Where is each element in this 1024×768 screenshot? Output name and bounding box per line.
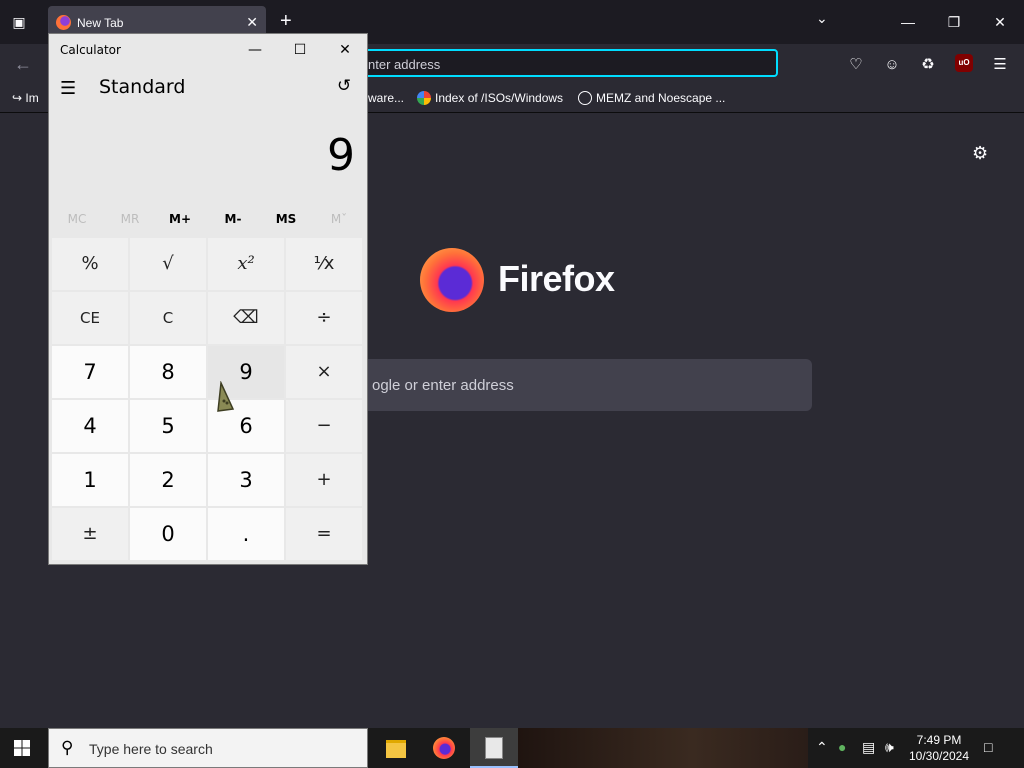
memory-add-button[interactable]: M+ [154,212,206,226]
globe-icon [578,91,592,105]
search-icon: ⚲ [61,738,74,757]
memory-recall-button[interactable]: MR [104,212,156,226]
bookmark-ware[interactable]: ware... [368,91,404,105]
reciprocal-button[interactable]: ¹⁄x [286,238,362,290]
folder-icon [386,740,406,758]
backspace-icon: ⌫ [233,307,259,328]
show-hidden-icons-chevron-icon[interactable]: ⌃ [816,739,828,756]
square-root-button[interactable]: √ [130,238,206,290]
system-clock[interactable]: 7:49 PM 10/30/2024 [904,732,974,764]
user-people-icon[interactable]: ● [838,739,846,755]
square-button[interactable]: x² [208,238,284,290]
negate-button[interactable]: ± [52,508,128,560]
bookmark-import[interactable]: ↪ Im [12,91,39,105]
hamburger-menu-icon[interactable]: ☰ [989,54,1011,76]
notifications-icon[interactable]: □ [984,739,992,755]
digit-8-button[interactable]: 8 [130,346,206,398]
digit-7-button[interactable]: 7 [52,346,128,398]
clear-button[interactable]: C [130,292,206,344]
calculator-mode: Standard [99,76,186,98]
multiply-button[interactable]: × [286,346,362,398]
digit-3-button[interactable]: 3 [208,454,284,506]
divide-button[interactable]: ÷ [286,292,362,344]
firefox-taskbar-icon [433,737,455,759]
account-icon[interactable]: ☺ [881,54,903,76]
history-icon[interactable]: ↺ [337,76,351,96]
file-explorer-taskbar-button[interactable] [372,728,420,768]
volume-icon[interactable]: 🕪 [885,739,894,756]
percent-button[interactable]: % [52,238,128,290]
ublock-origin-icon[interactable]: uO [955,54,973,72]
memory-store-button[interactable]: MS [260,212,312,226]
firefox-taskbar-button[interactable] [420,728,468,768]
calc-close-button[interactable]: ✕ [325,36,365,64]
calculator-icon [485,737,503,759]
google-icon [417,91,431,105]
taskbar-search-placeholder: Type here to search [89,741,213,757]
tab-title: New Tab [77,16,124,30]
back-arrow-icon[interactable]: ← [14,54,32,75]
custom-cursor-icon [217,381,235,412]
bookmark-memz[interactable]: MEMZ and Noescape ... [578,91,725,105]
firefox-favicon-icon [56,15,71,30]
clock-date: 10/30/2024 [908,749,970,763]
digit-5-button[interactable]: 5 [130,400,206,452]
restore-button[interactable]: ❐ [938,8,970,36]
address-bar-placeholder: nter address [368,57,441,72]
calc-maximize-button[interactable]: ☐ [280,36,320,64]
gear-icon[interactable]: ⚙ [972,143,988,164]
calculator-title: Calculator [60,43,121,57]
memory-subtract-button[interactable]: M- [207,212,259,226]
tab-close-icon[interactable]: ✕ [246,14,258,31]
calc-minimize-button[interactable]: — [235,36,275,64]
memory-clear-button[interactable]: MC [51,212,103,226]
address-bar[interactable]: nter address [340,49,778,77]
firefox-wordmark: Firefox [498,258,615,299]
digit-0-button[interactable]: 0 [130,508,206,560]
backspace-button[interactable]: ⌫ [208,292,284,344]
add-button[interactable]: + [286,454,362,506]
clear-entry-button[interactable]: CE [52,292,128,344]
navigation-menu-icon[interactable]: ☰ [60,78,76,99]
clock-time: 7:49 PM [916,733,962,747]
calculator-taskbar-button[interactable] [470,728,518,768]
list-all-tabs-chevron-icon[interactable]: ⌄ [816,10,828,27]
calculator-display: 9 [327,130,355,181]
tab-overview-icon[interactable]: ▣ [8,12,30,32]
firefox-logo-icon [420,248,484,312]
windows-start-icon[interactable] [14,740,30,756]
equals-button[interactable]: = [286,508,362,560]
subtract-button[interactable]: − [286,400,362,452]
search-placeholder: ogle or enter address [372,377,514,394]
digit-1-button[interactable]: 1 [52,454,128,506]
close-window-button[interactable]: ✕ [984,8,1016,36]
taskbar: ⚲ Type here to search ⌃ ● ▤ 🕪 7:49 PM 10… [0,728,1024,768]
taskbar-search-box[interactable]: ⚲ Type here to search [48,728,368,768]
import-icon: ↪ [12,91,23,105]
memory-list-button[interactable]: Mˇ [313,212,365,226]
bookmark-index-isos[interactable]: Index of /ISOs/Windows [417,91,563,105]
digit-4-button[interactable]: 4 [52,400,128,452]
wallpaper-strip [518,728,808,768]
new-tab-button[interactable]: + [280,10,292,33]
decimal-button[interactable]: . [208,508,284,560]
minimize-button[interactable]: — [892,8,924,36]
network-icon[interactable]: ▤ [862,739,875,756]
pocket-icon[interactable]: ♡ [845,54,867,76]
calculator-window: Calculator — ☐ ✕ ☰ Standard ↺ 9 MC MR M+… [48,33,368,565]
digit-2-button[interactable]: 2 [130,454,206,506]
extensions-icon[interactable]: ♻ [917,54,939,76]
